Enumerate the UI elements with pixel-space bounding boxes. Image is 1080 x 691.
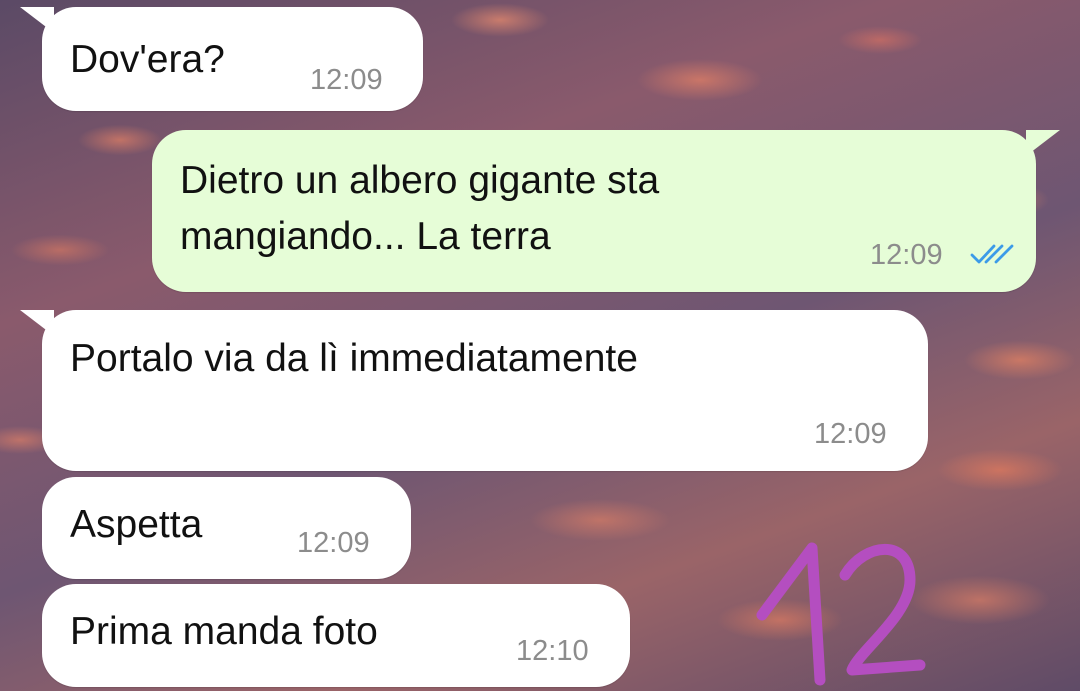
message-bubble-incoming[interactable]: Aspetta 12:09 [42,477,411,579]
message-text: Prima manda foto [70,610,378,653]
message-time: 12:09 [310,64,383,96]
message-time: 12:10 [516,635,589,667]
handwritten-number-drawing [756,542,926,686]
message-bubble-outgoing[interactable]: Dietro un albero gigante sta mangiando..… [152,130,1036,292]
message-text: Aspetta [70,503,203,546]
message-text: Dov'era? [70,38,225,81]
message-text: Portalo via da lì immediatamente [70,337,638,380]
message-time: 12:09 [814,418,887,450]
double-check-read-icon [970,244,1014,264]
message-text: Dietro un albero gigante sta mangiando..… [180,159,660,258]
message-time: 12:09 [870,239,943,271]
message-bubble-incoming[interactable]: Prima manda foto 12:10 [42,584,630,687]
message-bubble-incoming[interactable]: Portalo via da lì immediatamente 12:09 [42,310,928,471]
message-bubble-incoming[interactable]: Dov'era? 12:09 [42,7,423,111]
message-time: 12:09 [297,527,370,559]
